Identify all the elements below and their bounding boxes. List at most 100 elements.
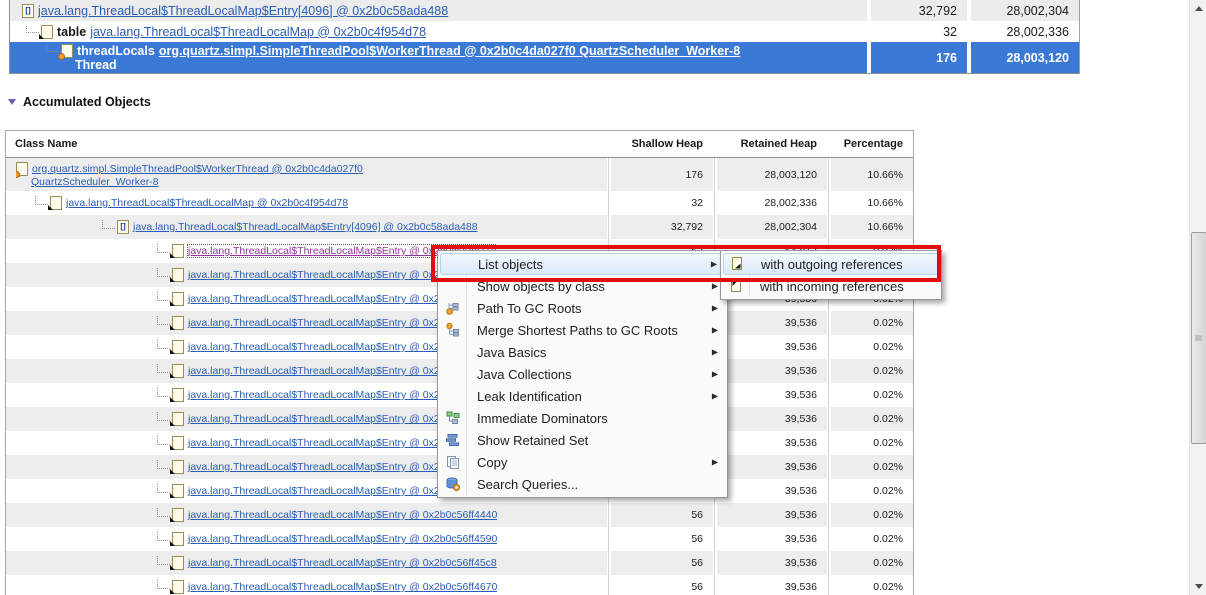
percentage-cell: 10.66% [827, 215, 913, 239]
menu-item-show-retained-set[interactable]: Show Retained Set [440, 429, 725, 451]
object-link[interactable]: java.lang.ThreadLocal$ThreadLocalMap$Ent… [188, 365, 477, 377]
menu-item-copy[interactable]: Copy▶ [440, 451, 725, 473]
column-header-class-name[interactable]: Class Name [6, 131, 607, 157]
menu-item-immediate-dominators[interactable]: Immediate Dominators [440, 407, 725, 429]
object-icon [172, 460, 184, 474]
object-link[interactable]: java.lang.ThreadLocal$ThreadLocalMap$Ent… [188, 317, 477, 329]
scroll-up-button[interactable] [1190, 0, 1206, 17]
object-link[interactable]: QuartzScheduler_Worker-8 [31, 176, 159, 188]
submenu-arrow-icon: ▶ [712, 326, 718, 335]
object-link[interactable]: org.quartz.simpl.SimpleThreadPool$Worker… [159, 44, 740, 58]
list-objects-submenu: with outgoing references with incoming re… [720, 250, 942, 300]
menu-item-label: Java Basics [466, 345, 546, 360]
tree-elbow-connector [157, 292, 170, 301]
percentage-cell: 0.02% [827, 407, 913, 431]
object-link[interactable]: java.lang.ThreadLocal$ThreadLocalMap$Ent… [188, 485, 477, 497]
menu-item-with-outgoing-references[interactable]: with outgoing references [723, 253, 939, 275]
object-link[interactable]: java.lang.ThreadLocal$ThreadLocalMap$Ent… [188, 389, 477, 401]
percentage-cell: 0.02% [827, 335, 913, 359]
object-icon [172, 316, 184, 330]
object-link[interactable]: java.lang.ThreadLocal$ThreadLocalMap$Ent… [188, 269, 474, 281]
outgoing-reference-marker-icon [170, 469, 176, 474]
column-header-shallow-heap[interactable]: Shallow Heap [607, 131, 713, 157]
accumulated-objects-section-header: Accumulated Objects [8, 95, 151, 109]
menu-item-merge-shortest-paths-to-gc-roots[interactable]: Merge Shortest Paths to GC Roots▶ [440, 319, 725, 341]
scroll-down-button[interactable] [1190, 578, 1206, 595]
object-link[interactable]: java.lang.ThreadLocal$ThreadLocalMap$Ent… [188, 509, 497, 521]
retained-heap-cell: 39,536 [713, 335, 827, 359]
submenu-arrow-icon: ▶ [712, 348, 718, 357]
object-link[interactable]: java.lang.ThreadLocal$ThreadLocalMap$Ent… [188, 437, 477, 449]
tree-table-row[interactable]: tablejava.lang.ThreadLocal$ThreadLocalMa… [10, 21, 1079, 42]
object-link[interactable]: org.quartz.simpl.SimpleThreadPool$Worker… [32, 163, 363, 175]
outgoing-reference-marker-icon [170, 445, 176, 450]
menu-item-search-queries[interactable]: Search Queries... [440, 473, 725, 495]
tree-elbow-connector [157, 340, 170, 349]
thread-marker-icon [58, 53, 65, 60]
thread-marker-icon [16, 171, 20, 178]
gc-roots-icon [440, 301, 466, 315]
retained-heap-cell: 39,536 [713, 431, 827, 455]
menu-item-leak-identification[interactable]: Leak Identification▶ [440, 385, 725, 407]
outgoing-reference-marker-icon [170, 493, 176, 498]
outgoing-reference-marker-icon [39, 34, 45, 39]
outgoing-reference-marker-icon [170, 517, 176, 522]
outgoing-reference-marker-icon [170, 325, 176, 330]
tree-elbow-connector [157, 316, 170, 325]
tree-elbow-connector [46, 44, 59, 53]
object-icon [172, 268, 184, 282]
object-link[interactable]: java.lang.ThreadLocal$ThreadLocalMap$Ent… [133, 221, 478, 233]
menu-item-java-collections[interactable]: Java Collections▶ [440, 363, 725, 385]
retained-set-icon [440, 433, 466, 447]
object-link[interactable]: java.lang.ThreadLocal$ThreadLocalMap$Ent… [188, 581, 497, 593]
column-header-percentage[interactable]: Percentage [827, 131, 913, 157]
scrollbar-thumb[interactable] [1191, 232, 1206, 444]
submenu-arrow-icon: ▶ [711, 260, 717, 269]
outgoing-reference-marker-icon [170, 589, 176, 594]
object-link[interactable]: java.lang.ThreadLocal$ThreadLocalMap @ 0… [66, 197, 348, 209]
shallow-heap-cell: 56 [607, 527, 713, 551]
menu-item-label: with outgoing references [750, 257, 903, 272]
object-link[interactable]: java.lang.ThreadLocal$ThreadLocalMap$Ent… [188, 533, 497, 545]
table-row[interactable]: java.lang.ThreadLocal$ThreadLocalMap @ 0… [6, 191, 913, 215]
tree-table-row[interactable]: []java.lang.ThreadLocal$ThreadLocalMap$E… [10, 0, 1079, 21]
collapse-triangle-icon[interactable] [8, 99, 16, 105]
table-row[interactable]: java.lang.ThreadLocal$ThreadLocalMap$Ent… [6, 503, 913, 527]
class-name-cell: java.lang.ThreadLocal$ThreadLocalMap$Ent… [6, 527, 607, 551]
table-row[interactable]: org.quartz.simpl.SimpleThreadPool$Worker… [6, 158, 913, 191]
object-link[interactable]: java.lang.ThreadLocal$ThreadLocalMap$Ent… [188, 413, 477, 425]
object-link[interactable]: java.lang.ThreadLocal$ThreadLocalMap$Ent… [188, 461, 477, 473]
object-link[interactable]: java.lang.ThreadLocal$ThreadLocalMap$Ent… [38, 4, 448, 18]
tree-table-row[interactable]: threadLocalsorg.quartz.simpl.SimpleThrea… [10, 42, 1079, 73]
menu-item-path-to-gc-roots[interactable]: Path To GC Roots▶ [440, 297, 725, 319]
object-link[interactable]: java.lang.ThreadLocal$ThreadLocalMap$Ent… [188, 557, 497, 569]
column-header-retained-heap[interactable]: Retained Heap [713, 131, 827, 157]
menu-item-with-incoming-references[interactable]: with incoming references [723, 275, 939, 297]
menu-item-list-objects[interactable]: List objects▶ [440, 253, 725, 275]
object-link[interactable]: java.lang.ThreadLocal$ThreadLocalMap @ 0… [90, 25, 426, 39]
class-name-cell: tablejava.lang.ThreadLocal$ThreadLocalMa… [10, 21, 867, 42]
percentage-cell: 0.02% [827, 527, 913, 551]
table-row[interactable]: java.lang.ThreadLocal$ThreadLocalMap$Ent… [6, 575, 913, 595]
object-icon [172, 532, 184, 546]
outgoing-reference-marker-icon [170, 301, 176, 306]
table-row[interactable]: java.lang.ThreadLocal$ThreadLocalMap$Ent… [6, 551, 913, 575]
menu-item-label: Path To GC Roots [466, 301, 582, 316]
class-name-cell: []java.lang.ThreadLocal$ThreadLocalMap$E… [10, 0, 867, 21]
menu-item-show-objects-by-class[interactable]: Show objects by class▶ [440, 275, 725, 297]
table-row[interactable]: java.lang.ThreadLocal$ThreadLocalMap$Ent… [6, 527, 913, 551]
percentage-cell: 10.66% [827, 191, 913, 215]
object-link[interactable]: java.lang.ThreadLocal$ThreadLocalMap$Ent… [188, 341, 477, 353]
retained-heap-cell: 28,002,304 [713, 215, 827, 239]
tree-elbow-connector [157, 268, 170, 277]
object-link[interactable]: java.lang.ThreadLocal$ThreadLocalMap$Ent… [188, 293, 476, 305]
object-icon [172, 412, 184, 426]
menu-item-java-basics[interactable]: Java Basics ▶ [440, 341, 725, 363]
tree-elbow-connector [157, 412, 170, 421]
class-name-cell: threadLocalsorg.quartz.simpl.SimpleThrea… [10, 42, 867, 73]
outgoing-reference-marker-icon [170, 421, 176, 426]
percentage-cell: 0.02% [827, 551, 913, 575]
object-icon [172, 508, 184, 522]
table-row[interactable]: []java.lang.ThreadLocal$ThreadLocalMap$E… [6, 215, 913, 239]
vertical-scrollbar[interactable] [1189, 0, 1206, 595]
